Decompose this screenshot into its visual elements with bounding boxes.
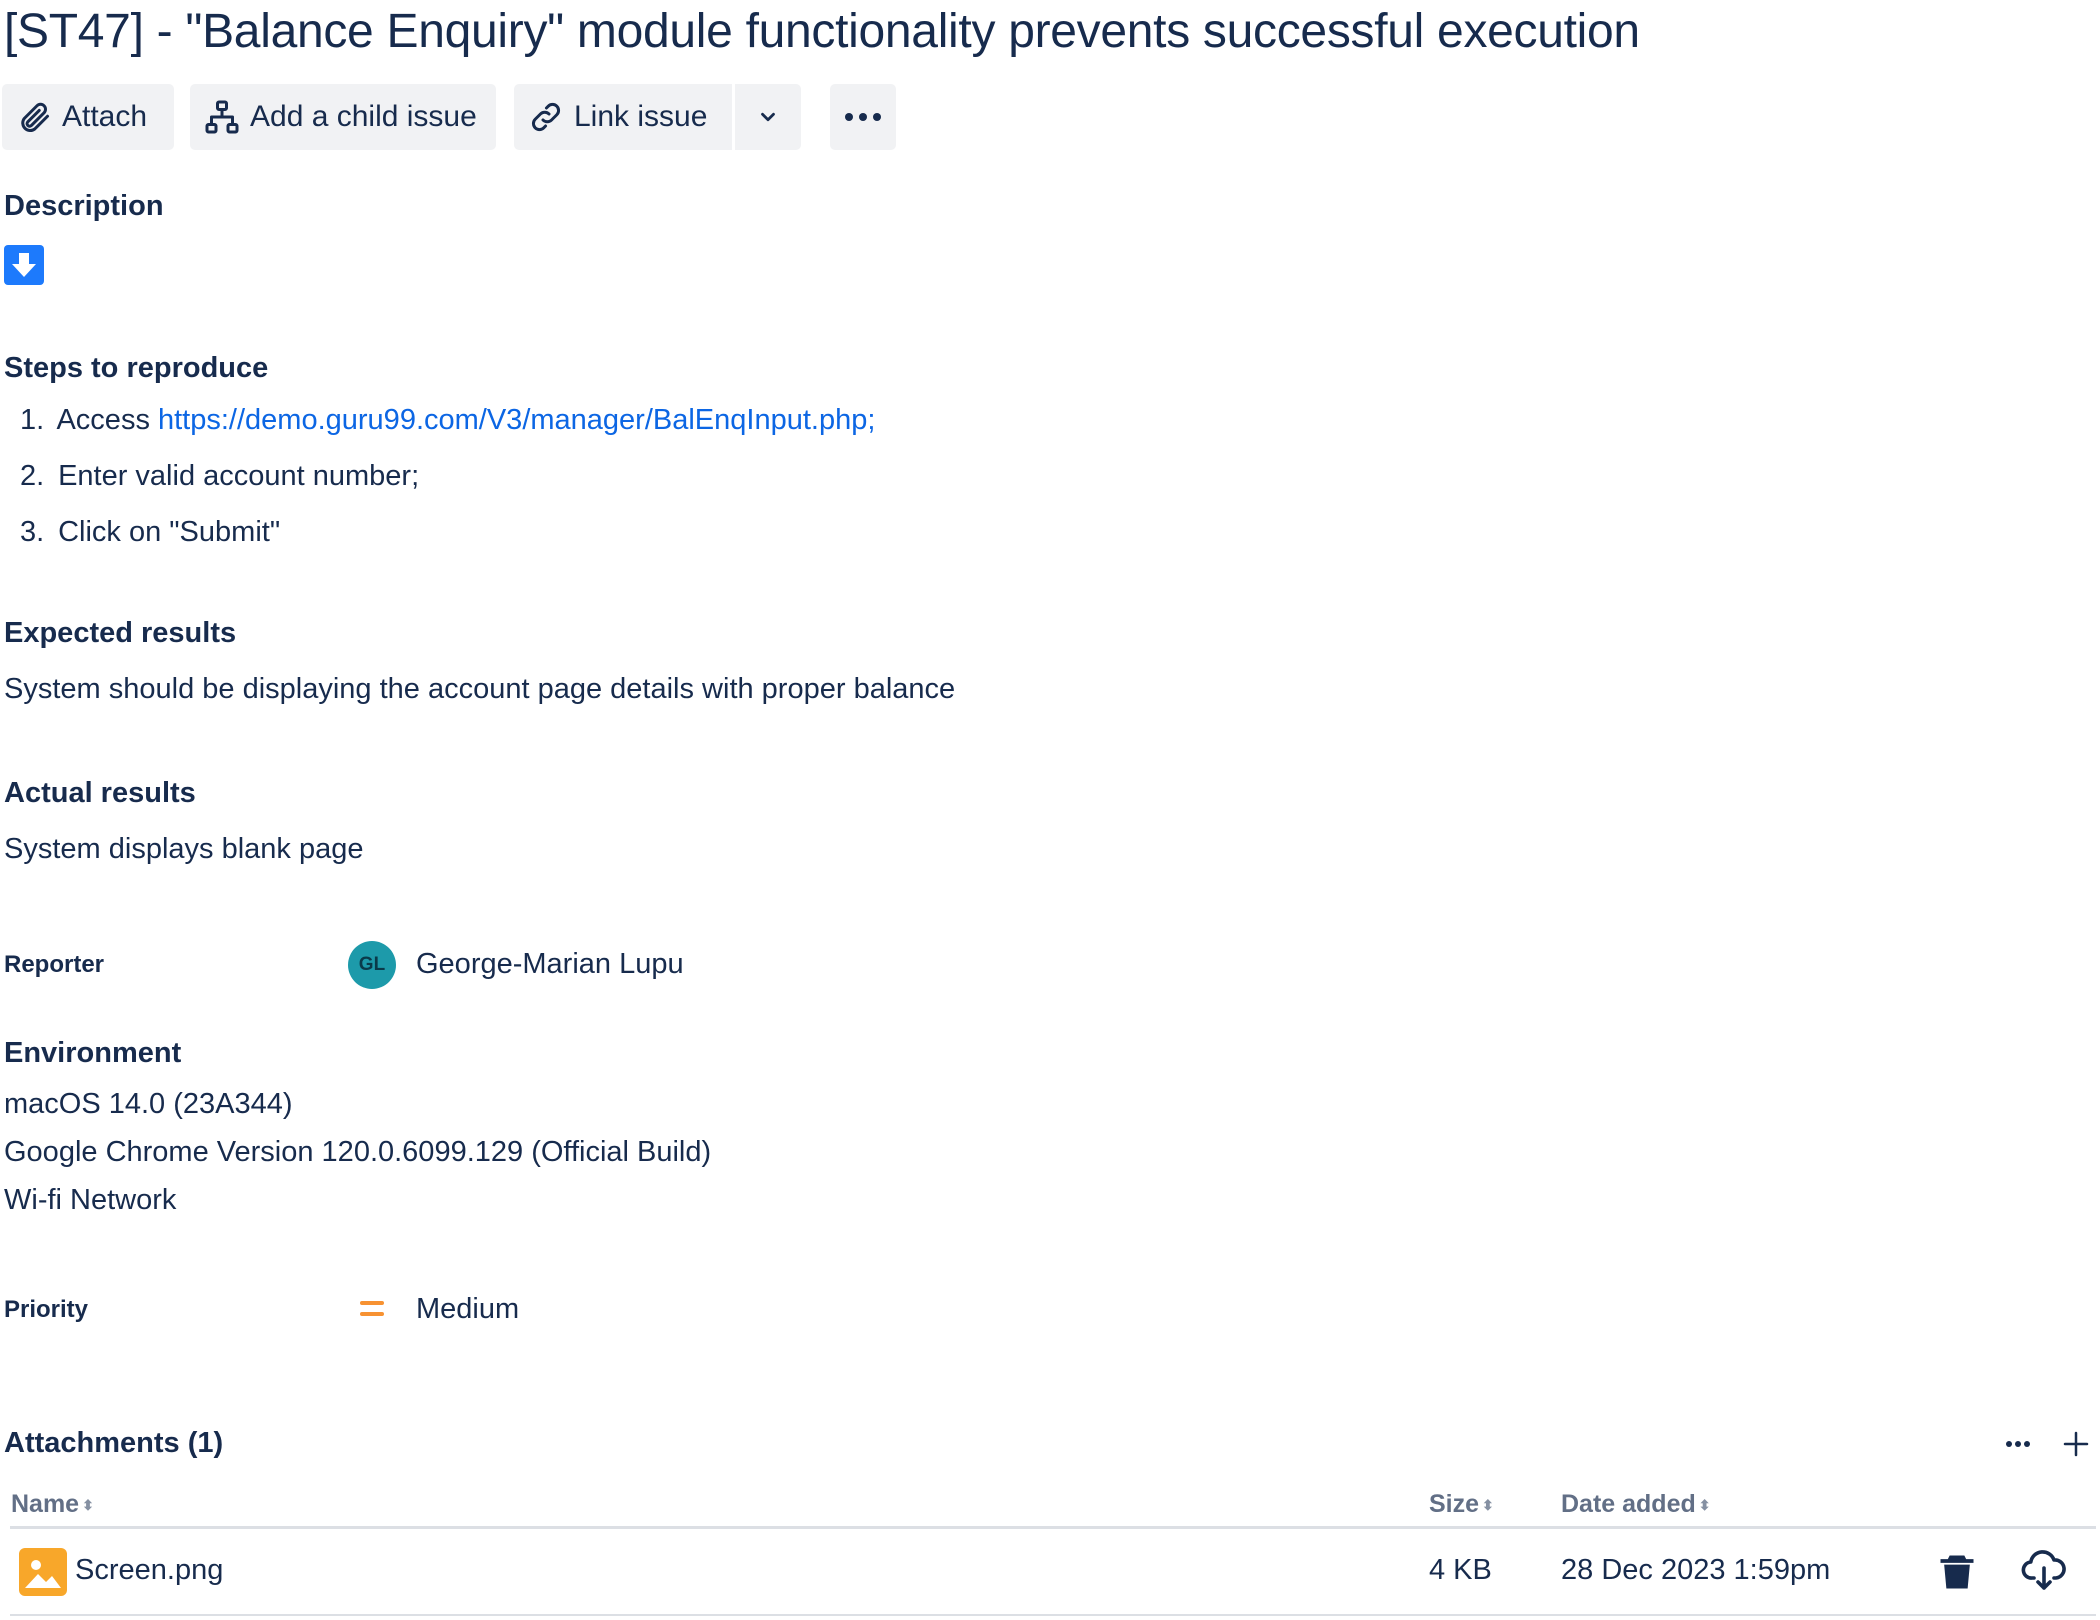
actual-results-text: System displays blank page	[4, 833, 364, 865]
environment-line: Wi-fi Network	[4, 1184, 177, 1216]
trash-icon[interactable]	[1935, 1550, 1979, 1594]
cloud-download-icon[interactable]	[2020, 1546, 2068, 1594]
attachments-more-button[interactable]	[1998, 1424, 2038, 1464]
description-heading: Description	[4, 190, 164, 222]
add-child-issue-button[interactable]: Add a child issue	[190, 84, 496, 150]
steps-heading: Steps to reproduce	[4, 352, 269, 384]
issue-title[interactable]: [ST47] - "Balance Enquiry" module functi…	[4, 4, 1640, 59]
attach-button[interactable]: Attach	[2, 84, 174, 150]
table-header-divider	[10, 1526, 2096, 1529]
step-link[interactable]: https://demo.guru99.com/V3/manager/BalEn…	[158, 404, 875, 436]
step-text: Click on "Submit"	[58, 516, 281, 548]
step-item: 1. Access https://demo.guru99.com/V3/man…	[20, 404, 875, 437]
add-child-issue-label: Add a child issue	[250, 100, 477, 133]
attachments-heading: Attachments (1)	[4, 1427, 224, 1459]
more-icon	[2005, 1440, 2031, 1448]
sort-icon: ⬍	[82, 1496, 94, 1513]
environment-line: Google Chrome Version 120.0.6099.129 (Of…	[4, 1136, 712, 1168]
column-name-label: Name	[11, 1490, 80, 1518]
attachment-size: 4 KB	[1429, 1554, 1492, 1586]
paperclip-icon	[16, 99, 52, 135]
more-actions-button[interactable]	[830, 84, 896, 150]
attach-label: Attach	[62, 100, 148, 133]
attachment-name[interactable]: Screen.png	[75, 1554, 223, 1587]
actual-results-heading: Actual results	[4, 777, 196, 809]
add-attachment-button[interactable]	[2056, 1424, 2096, 1464]
link-issue-dropdown-button[interactable]	[735, 84, 801, 150]
environment-heading: Environment	[4, 1037, 182, 1069]
sort-icon: ⬍	[1698, 1496, 1711, 1513]
column-header-size[interactable]: Size ⬍	[1429, 1490, 1494, 1519]
link-issue-button[interactable]: Link issue	[514, 84, 732, 150]
link-issue-label: Link issue	[574, 100, 708, 133]
plus-icon	[2063, 1431, 2089, 1457]
hierarchy-icon	[204, 99, 240, 135]
image-file-icon	[19, 1548, 67, 1596]
step-item: 2. Enter valid account number;	[20, 460, 419, 493]
expected-results-heading: Expected results	[4, 617, 237, 649]
priority-medium-icon	[358, 1296, 386, 1322]
sort-icon: ⬍	[1482, 1496, 1494, 1513]
column-date-label: Date added	[1561, 1490, 1696, 1518]
priority-label: Priority	[4, 1296, 89, 1323]
step-text: Access	[56, 404, 158, 436]
more-icon	[843, 111, 883, 123]
reporter-name[interactable]: George-Marian Lupu	[416, 948, 684, 981]
avatar[interactable]: GL	[348, 941, 396, 989]
step-number: 1.	[20, 404, 45, 436]
column-header-date[interactable]: Date added ⬍	[1561, 1490, 1711, 1519]
chevron-down-icon	[757, 106, 779, 128]
table-row-divider	[10, 1614, 2096, 1616]
column-size-label: Size	[1429, 1490, 1480, 1518]
reporter-label: Reporter	[4, 951, 105, 978]
attachment-date: 28 Dec 2023 1:59pm	[1561, 1554, 1831, 1586]
expected-results-text: System should be displaying the account …	[4, 673, 956, 705]
column-header-name[interactable]: Name ⬍	[11, 1490, 94, 1519]
step-item: 3. Click on "Submit"	[20, 516, 280, 549]
priority-value[interactable]: Medium	[416, 1293, 519, 1326]
link-icon	[528, 99, 564, 135]
step-number: 2.	[20, 460, 45, 492]
step-text: Enter valid account number;	[58, 460, 420, 492]
environment-line: macOS 14.0 (23A344)	[4, 1088, 293, 1120]
arrow-down-icon	[4, 245, 44, 285]
issue-view: [ST47] - "Balance Enquiry" module functi…	[0, 0, 2100, 1620]
step-number: 3.	[20, 516, 45, 548]
